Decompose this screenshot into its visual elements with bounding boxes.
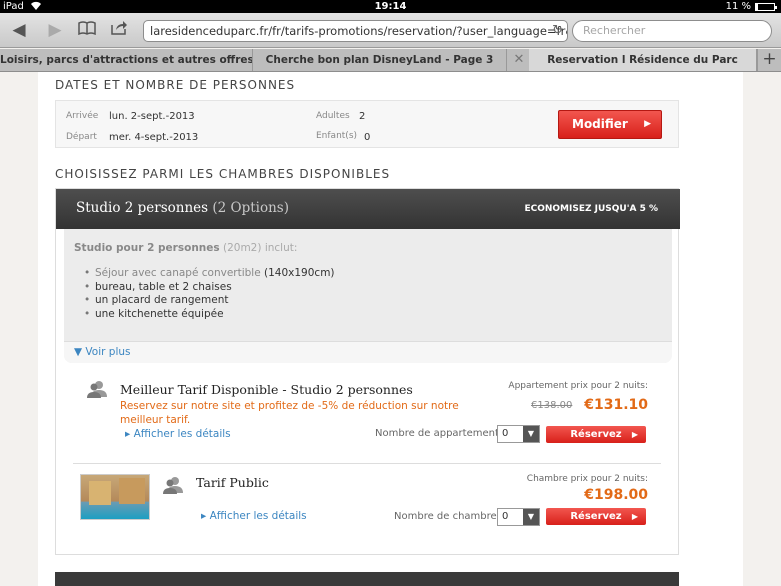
- room-title: Studio 2 personnes (2 Options): [76, 200, 289, 216]
- book-label: Réservez: [570, 511, 622, 522]
- url-text: laresidenceduparc.fr/fr/tarifs-promotion…: [150, 24, 568, 38]
- see-more-link[interactable]: ▼ Voir plus: [74, 346, 131, 358]
- room-photo: [80, 474, 150, 520]
- rate-title: Meilleur Tarif Disponible - Studio 2 per…: [120, 382, 413, 397]
- room-card: Studio 2 personnes (2 Options) ECONOMISE…: [55, 188, 680, 555]
- description-suffix: inclut:: [264, 242, 298, 254]
- page-content: DATES ET NOMBRE DE PERSONNES Arrivée lun…: [38, 72, 743, 586]
- list-item: Séjour avec canapé convertible (140x190c…: [84, 267, 334, 281]
- room-size: (20m2): [223, 242, 262, 254]
- rate-title: Tarif Public: [196, 475, 269, 490]
- battery-percent: 11 %: [725, 1, 751, 12]
- list-item: un placard de rangement: [84, 294, 335, 308]
- close-tab-icon[interactable]: ✕: [509, 49, 529, 71]
- children-value: 0: [364, 132, 371, 143]
- departure-value: mer. 4-sept.-2013: [109, 132, 199, 143]
- quantity-select[interactable]: 0 ▼: [497, 508, 540, 526]
- rate-description: Reservez sur notre site et profitez de -…: [120, 400, 459, 426]
- quantity-select[interactable]: 0 ▼: [497, 425, 540, 443]
- tab-loisirs[interactable]: Loisirs, parcs d'attractions et autres o…: [0, 49, 253, 71]
- bookmarks-icon[interactable]: [76, 19, 98, 41]
- rooms-section-title: CHOISISSEZ PARMI LES CHAMBRES DISPONIBLE…: [55, 167, 391, 181]
- tab-reservation[interactable]: Reservation l Résidence du Parc: [529, 49, 757, 71]
- tab-bar: Loisirs, parcs d'attractions et autres o…: [0, 49, 781, 72]
- arrival-label: Arrivée: [66, 111, 99, 121]
- arrow-right-icon: ▶: [644, 119, 651, 129]
- arrival-value: lun. 2-sept.-2013: [109, 111, 195, 122]
- new-price: €198.00: [584, 487, 648, 503]
- new-price: €131.10: [584, 397, 648, 413]
- dropdown-arrow-icon: ▼: [523, 509, 539, 525]
- book-button[interactable]: Réservez ▶: [546, 426, 646, 443]
- search-field[interactable]: Rechercher: [572, 20, 772, 42]
- arrow-right-icon: ▶: [631, 512, 638, 521]
- status-bar: iPad 19:14 11 %: [0, 0, 781, 13]
- see-more-label: Voir plus: [85, 346, 131, 358]
- forward-icon[interactable]: ▶: [44, 19, 66, 41]
- rate-option-best: Meilleur Tarif Disponible - Studio 2 per…: [73, 379, 661, 464]
- price-label: Chambre prix pour 2 nuits:: [526, 474, 648, 484]
- back-icon[interactable]: ◀: [8, 19, 30, 41]
- room-description: Studio pour 2 personnes (20m2) inclut: S…: [64, 229, 672, 363]
- battery-icon: [755, 3, 777, 11]
- dropdown-arrow-icon: ▼: [523, 426, 539, 442]
- quantity-label: Nombre de appartements: [375, 428, 505, 439]
- caret-down-icon: ▼: [74, 346, 83, 358]
- book-button[interactable]: Réservez ▶: [546, 508, 646, 525]
- new-tab-icon[interactable]: +: [757, 49, 781, 71]
- room-header: Studio 2 personnes (2 Options) ECONOMISE…: [56, 189, 680, 229]
- list-item: bureau, table et 2 chaises: [84, 281, 335, 295]
- url-field[interactable]: laresidenceduparc.fr/fr/tarifs-promotion…: [143, 20, 568, 42]
- book-label: Réservez: [570, 429, 622, 440]
- adults-label: Adultes: [316, 111, 350, 121]
- room-name: Studio 2 personnes: [76, 200, 209, 216]
- feature-list: Séjour avec canapé convertible (140x190c…: [84, 267, 335, 322]
- price-label: Appartement prix pour 2 nuits:: [508, 381, 648, 391]
- dates-summary: Arrivée lun. 2-sept.-2013 Départ mer. 4-…: [55, 100, 679, 148]
- browser-toolbar: ◀ ▶ laresidenceduparc.fr/fr/tarifs-promo…: [0, 13, 781, 48]
- share-icon[interactable]: [108, 19, 130, 41]
- arrow-right-icon: ▶: [631, 430, 638, 439]
- reload-icon[interactable]: ↻: [552, 21, 563, 41]
- dates-section-title: DATES ET NOMBRE DE PERSONNES: [55, 78, 296, 92]
- quantity-value: 0: [502, 428, 509, 439]
- clock: 19:14: [374, 1, 407, 12]
- adults-value: 2: [359, 111, 366, 122]
- list-item: une kitchenette équipée: [84, 308, 335, 322]
- old-price: €138.00: [531, 400, 573, 411]
- rate-option-public: Tarif Public Afficher les détails Chambr…: [73, 465, 661, 535]
- details-link[interactable]: Afficher les détails: [125, 428, 231, 440]
- see-more-bar: ▼ Voir plus: [64, 341, 672, 363]
- tab-disneyland[interactable]: Cherche bon plan DisneyLand - Page 3: [253, 49, 507, 71]
- person-icon: [87, 381, 107, 398]
- quantity-label: Nombre de chambres: [394, 511, 502, 522]
- quantity-value: 0: [502, 511, 509, 522]
- modify-button[interactable]: Modifier ▶: [558, 110, 662, 139]
- room-type: Studio pour 2 personnes: [74, 242, 220, 254]
- description-title: Studio pour 2 personnes (20m2) inclut:: [74, 242, 297, 254]
- next-room-header: [55, 572, 679, 586]
- children-label: Enfant(s): [316, 131, 358, 141]
- departure-label: Départ: [66, 132, 97, 142]
- details-link[interactable]: Afficher les détails: [201, 510, 307, 522]
- modify-label: Modifier: [572, 117, 628, 131]
- person-icon: [163, 477, 183, 494]
- promo-badge: ECONOMISEZ JUSQU'A 5 %: [524, 204, 658, 214]
- room-options: (2 Options): [212, 200, 289, 216]
